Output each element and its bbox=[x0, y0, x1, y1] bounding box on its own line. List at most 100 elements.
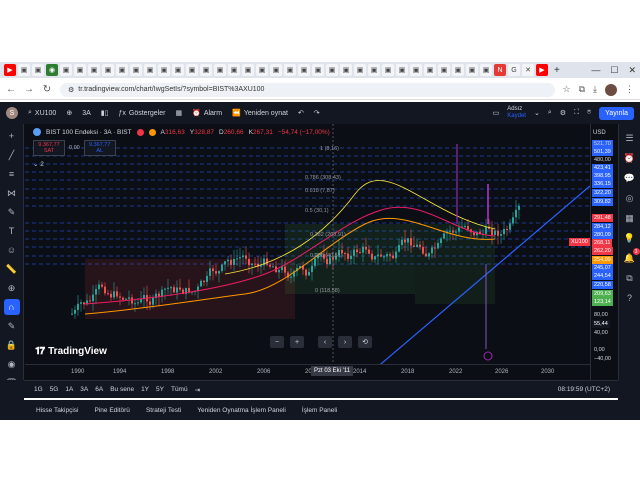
browser-tab-doc-icon[interactable]: ▣ bbox=[340, 64, 352, 76]
browser-tab-doc-icon[interactable]: ▣ bbox=[452, 64, 464, 76]
redo-icon[interactable]: ↷ bbox=[314, 109, 320, 117]
layout-name[interactable]: Adsız Kaydet bbox=[507, 106, 526, 120]
browser-tab-doc-icon[interactable]: ▣ bbox=[326, 64, 338, 76]
fib-retracement-icon[interactable]: ≡ bbox=[4, 166, 20, 182]
browser-tab-yt-icon[interactable]: ▶ bbox=[536, 64, 548, 76]
price-plot[interactable]: 1 (8,16) 0.786 (308,43) 0.618 (7,87) 0.5 (3… bbox=[25, 124, 590, 380]
browser-tab-doc-icon[interactable]: ▣ bbox=[466, 64, 478, 76]
range-button[interactable]: 6A bbox=[95, 386, 103, 393]
browser-tab-doc-icon[interactable]: ▣ bbox=[242, 64, 254, 76]
ideas-icon[interactable]: 💡 bbox=[623, 230, 637, 246]
bottom-panel-tab[interactable]: Hisse Takipçisi bbox=[36, 407, 79, 414]
timezone-clock[interactable]: 08:19:59 (UTC+2) bbox=[558, 386, 618, 393]
chart-canvas[interactable]: 1 (8,16) 0.786 (308,43) 0.618 (7,87) 0.5 (3… bbox=[25, 124, 590, 370]
back-icon[interactable]: ← bbox=[6, 84, 16, 95]
forward-icon[interactable]: → bbox=[24, 84, 34, 95]
indicator-collapse-toggle[interactable]: ⌄ 2 bbox=[33, 160, 44, 168]
browser-tab-doc-icon[interactable]: ▣ bbox=[214, 64, 226, 76]
browser-tab-wa-icon[interactable]: ◉ bbox=[46, 64, 58, 76]
smiley-icon[interactable]: ☺ bbox=[4, 242, 20, 258]
bookmark-star-icon[interactable]: ☆ bbox=[563, 84, 571, 95]
scroll-right-button[interactable]: › bbox=[338, 336, 352, 348]
publish-button[interactable]: Yayınla bbox=[599, 106, 634, 120]
range-button[interactable]: Bu sene bbox=[110, 386, 134, 393]
browser-tab-doc-icon[interactable]: ▣ bbox=[144, 64, 156, 76]
fullscreen-icon[interactable]: ⛶ bbox=[574, 109, 579, 117]
browser-tab-doc-icon[interactable]: ▣ bbox=[158, 64, 170, 76]
watchlist-icon[interactable]: ☰ bbox=[623, 130, 637, 146]
time-axis[interactable]: 1990 1994 1998 2002 2006 20 2014 2018 2022 2026 20… bbox=[25, 364, 590, 380]
undo-icon[interactable]: ↶ bbox=[298, 109, 304, 117]
browser-tab-doc-icon[interactable]: ▣ bbox=[88, 64, 100, 76]
range-button[interactable]: Tümü bbox=[171, 386, 188, 393]
profile-avatar[interactable] bbox=[605, 83, 617, 96]
eye-icon[interactable]: ◉ bbox=[4, 356, 20, 372]
range-button[interactable]: 1A bbox=[65, 386, 73, 393]
browser-tab-doc-icon[interactable]: ▣ bbox=[270, 64, 282, 76]
zoom-in-icon[interactable]: ⊕ bbox=[4, 280, 20, 296]
browser-tab-yt-icon[interactable]: ▶ bbox=[4, 64, 16, 76]
symbol-search[interactable]: ⌕ XU100 bbox=[28, 109, 56, 117]
alert-button[interactable]: ⏰ Alarm bbox=[192, 109, 222, 118]
browser-tab-doc-icon[interactable]: ▣ bbox=[60, 64, 72, 76]
scroll-left-button[interactable]: ‹ bbox=[318, 336, 332, 348]
indicators-button[interactable]: ƒx Göstergeler bbox=[118, 110, 165, 117]
browser-tab-doc-icon[interactable]: ▣ bbox=[74, 64, 86, 76]
bottom-panel-tab[interactable]: Strateji Testi bbox=[146, 407, 181, 414]
layout-icon[interactable]: ▭ bbox=[493, 109, 500, 117]
layout-grid-icon[interactable]: ▦ bbox=[175, 109, 182, 117]
browser-tab-doc-icon[interactable]: ▣ bbox=[354, 64, 366, 76]
browser-tab-doc-icon[interactable]: ▣ bbox=[32, 64, 44, 76]
browser-tab-google-icon[interactable]: G bbox=[508, 64, 520, 76]
url-field[interactable]: ⚙ tr.tradingview.com/chart/IwgSetIs/?sym… bbox=[60, 82, 555, 97]
browser-tab-netflix-icon[interactable]: N bbox=[494, 64, 506, 76]
browser-tab-doc-icon[interactable]: ▣ bbox=[298, 64, 310, 76]
bottom-panel-tab[interactable]: İşlem Paneli bbox=[302, 407, 337, 414]
magnet-icon[interactable]: ∩ bbox=[3, 299, 20, 315]
ruler-icon[interactable]: 📏 bbox=[4, 261, 20, 277]
zoom-in-button[interactable]: + bbox=[290, 336, 304, 348]
browser-tab-doc-icon[interactable]: ▣ bbox=[172, 64, 184, 76]
range-button[interactable]: 1Y bbox=[141, 386, 149, 393]
download-icon[interactable]: ⤓ bbox=[593, 84, 597, 95]
brush-icon[interactable]: ✎ bbox=[4, 204, 20, 220]
maximize-icon[interactable]: ☐ bbox=[610, 65, 618, 76]
bottom-panel-tab[interactable]: Yeniden Oynatma İşlem Paneli bbox=[197, 407, 286, 414]
chart-area[interactable]: + ╱ ≡ ⋈ ✎ T ☺ 📏 ⊕ ∩ ✎ 🔒 ◉ 🗑 1 (8,16) 0.78… bbox=[0, 124, 640, 420]
browser-tab-doc-icon[interactable]: ▣ bbox=[382, 64, 394, 76]
pattern-icon[interactable]: ⋈ bbox=[4, 185, 20, 201]
browser-tab-close-icon[interactable]: ✕ bbox=[522, 64, 534, 76]
browser-tab-doc-icon[interactable]: ▣ bbox=[410, 64, 422, 76]
browser-tab-doc-icon[interactable]: ▣ bbox=[228, 64, 240, 76]
chart-type-candles-icon[interactable]: ▮▯ bbox=[101, 109, 109, 117]
lock-icon[interactable]: 🔒 bbox=[4, 337, 20, 353]
range-button[interactable]: 5G bbox=[50, 386, 59, 393]
browser-tab-doc-icon[interactable]: ▣ bbox=[130, 64, 142, 76]
browser-tab-doc-icon[interactable]: ▣ bbox=[284, 64, 296, 76]
browser-tab-doc-icon[interactable]: ▣ bbox=[480, 64, 492, 76]
browser-tab-doc-icon[interactable]: ▣ bbox=[368, 64, 380, 76]
quick-search-icon[interactable]: ⌕ bbox=[548, 109, 552, 117]
sell-button[interactable]: 9.367,77 SAT bbox=[33, 140, 65, 156]
bottom-panel-tab[interactable]: Pine Editörü bbox=[95, 407, 130, 414]
browser-tab-doc-icon[interactable]: ▣ bbox=[396, 64, 408, 76]
currency-label[interactable]: USD bbox=[593, 130, 606, 136]
menu-dots-icon[interactable]: ⋮ bbox=[625, 84, 634, 95]
crosshair-icon[interactable]: + bbox=[4, 128, 20, 144]
browser-tab-doc-icon[interactable]: ▣ bbox=[200, 64, 212, 76]
goto-date-icon[interactable]: ⇥ bbox=[195, 386, 200, 394]
site-info-icon[interactable]: ⚙ bbox=[68, 86, 74, 94]
extensions-icon[interactable]: ⧉ bbox=[579, 84, 585, 95]
browser-tab-doc-icon[interactable]: ▣ bbox=[116, 64, 128, 76]
compare-plus-icon[interactable]: ⊕ bbox=[66, 109, 72, 117]
browser-tab-doc-icon[interactable]: ▣ bbox=[18, 64, 30, 76]
close-window-icon[interactable]: ✕ bbox=[628, 65, 636, 76]
price-axis[interactable]: USD 521,70 501,39 480,00 423,41 398,95 336,15… bbox=[569, 124, 618, 380]
range-button[interactable]: 3A bbox=[80, 386, 88, 393]
browser-tab-doc-icon[interactable]: ▣ bbox=[438, 64, 450, 76]
chat-icon[interactable]: 💬 bbox=[623, 170, 637, 186]
reload-icon[interactable]: ↻ bbox=[42, 84, 52, 95]
buy-button[interactable]: 9.367,77 AL bbox=[83, 140, 116, 156]
user-avatar[interactable]: S bbox=[6, 107, 18, 119]
zoom-out-button[interactable]: − bbox=[270, 336, 284, 348]
